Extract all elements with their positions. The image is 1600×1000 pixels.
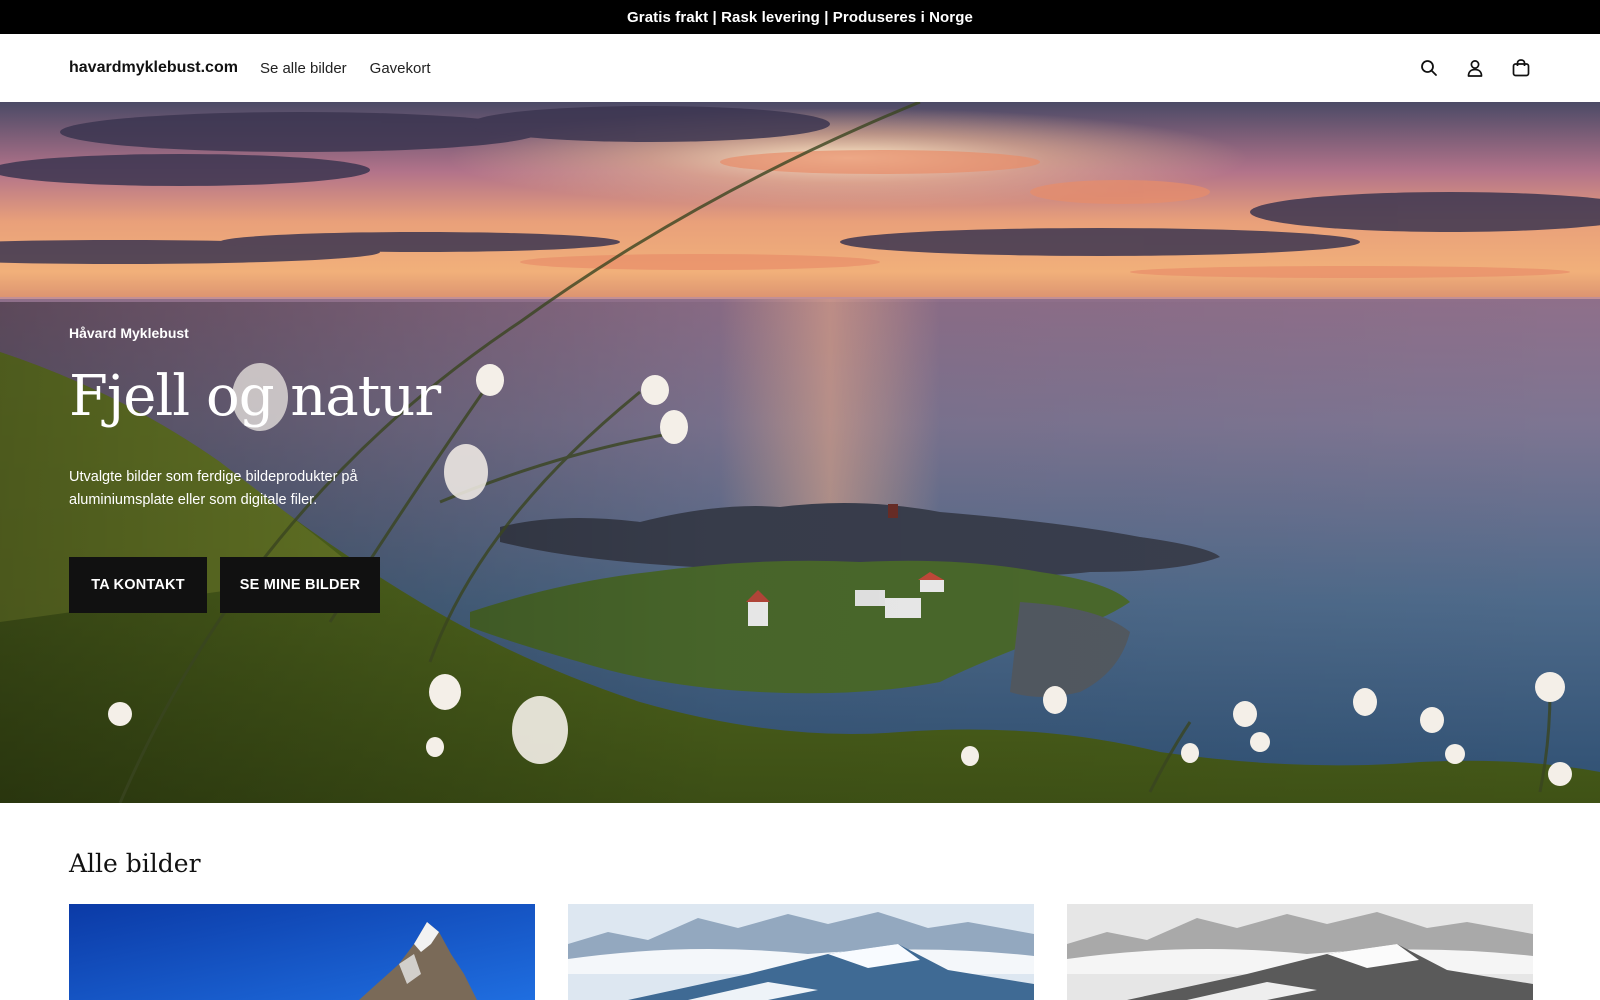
- account-icon[interactable]: [1463, 56, 1487, 80]
- header-icons: [1417, 56, 1533, 80]
- product-image-2: [568, 904, 1034, 1000]
- product-image-1: [69, 904, 535, 1000]
- contact-button[interactable]: TA KONTAKT: [69, 557, 207, 613]
- hero-landscape-image: [0, 102, 1600, 803]
- hero-description: Utvalgte bilder som ferdige bildeprodukt…: [69, 469, 358, 508]
- product-card-3[interactable]: [1067, 904, 1533, 1000]
- product-image-3: [1067, 904, 1533, 1000]
- product-card-1[interactable]: [69, 904, 535, 1000]
- announcement-text: Gratis frakt | Rask levering | Produsere…: [627, 8, 973, 26]
- see-my-pictures-button[interactable]: SE MINE BILDER: [220, 557, 380, 613]
- hero-buttons: TA KONTAKT SE MINE BILDER: [69, 557, 380, 613]
- hero-banner: Håvard Myklebust Fjell og natur Utvalgte…: [0, 102, 1600, 803]
- search-icon[interactable]: [1417, 56, 1441, 80]
- collection-title: Alle bilder: [69, 849, 201, 878]
- nav-link-all-pictures[interactable]: Se alle bilder: [260, 60, 347, 77]
- product-grid: [69, 904, 1533, 1000]
- product-card-2[interactable]: [568, 904, 1034, 1000]
- nav-link-gift-card[interactable]: Gavekort: [370, 60, 431, 77]
- site-header: havardmyklebust.com Se alle bilder Gavek…: [0, 34, 1600, 102]
- hero-eyebrow: Håvard Myklebust: [69, 325, 189, 341]
- site-logo[interactable]: havardmyklebust.com: [69, 59, 238, 77]
- announcement-bar: Gratis frakt | Rask levering | Produsere…: [0, 0, 1600, 34]
- cart-icon[interactable]: [1509, 56, 1533, 80]
- hero-title: Fjell og natur: [69, 364, 441, 429]
